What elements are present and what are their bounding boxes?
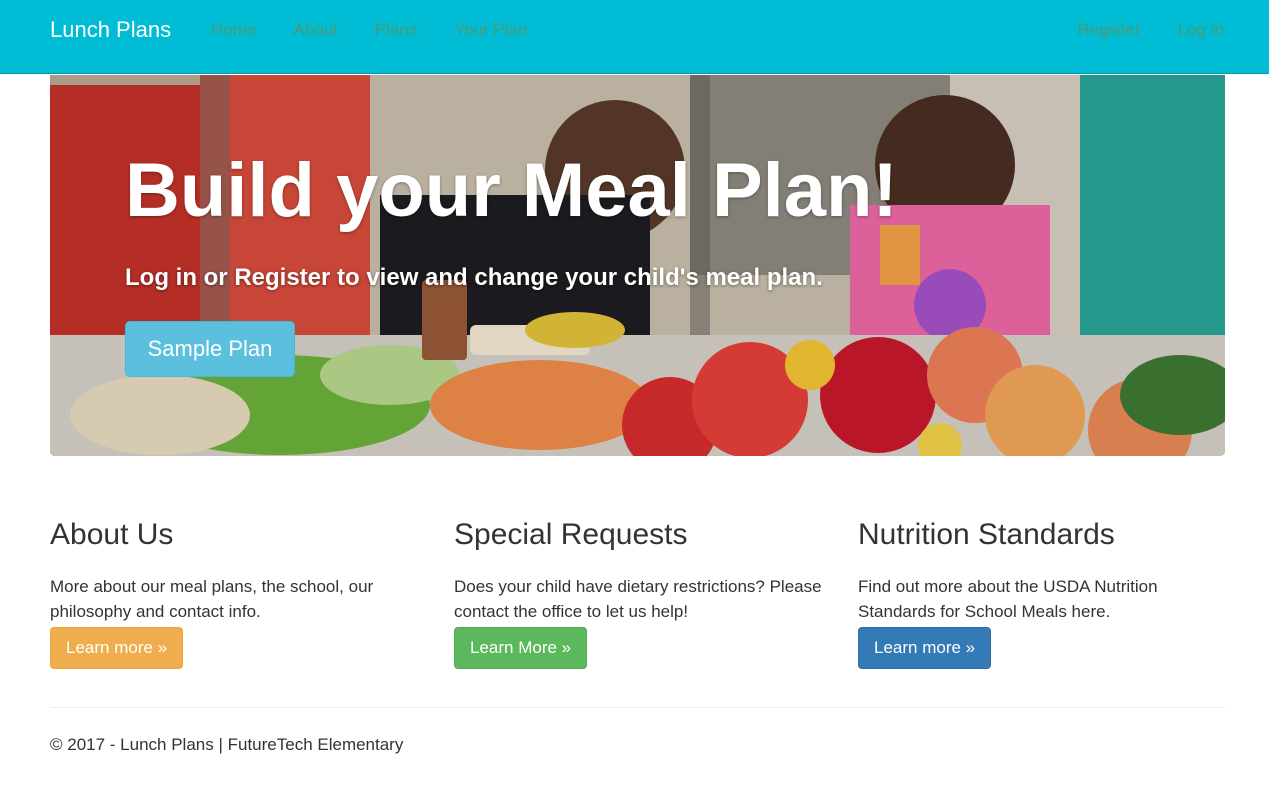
special-requests-text: Does your child have dietary restriction… [454, 577, 822, 621]
nav-right-menu: Register Log in [1040, 19, 1224, 41]
nav-left-menu: Home About Plans Your Plan [211, 19, 564, 41]
nav-item-about[interactable]: About [293, 19, 337, 41]
about-us-column: About Us More about our meal plans, the … [50, 516, 420, 669]
nav-item-plans[interactable]: Plans [375, 19, 418, 41]
special-requests-heading: Special Requests [454, 518, 688, 551]
nav-item-login[interactable]: Log in [1178, 19, 1224, 41]
hero-jumbotron: Build your Meal Plan! Log in or Register… [50, 75, 1225, 456]
nav-item-register[interactable]: Register [1077, 19, 1140, 41]
nav-item-home[interactable]: Home [211, 19, 256, 41]
nav-item-your-plan[interactable]: Your Plan [454, 19, 527, 41]
about-us-text: More about our meal plans, the school, o… [50, 577, 374, 621]
brand-link[interactable]: Lunch Plans [50, 16, 171, 44]
nutrition-standards-text: Find out more about the USDA Nutrition S… [858, 577, 1158, 621]
sample-plan-button[interactable]: Sample Plan [125, 321, 295, 377]
about-us-heading: About Us [50, 518, 174, 551]
hero-title: Build your Meal Plan! [125, 148, 898, 233]
top-navbar: Lunch Plans Home About Plans Your Plan R… [0, 0, 1269, 74]
special-requests-learn-more-button[interactable]: Learn More » [454, 627, 588, 669]
footer-text: © 2017 - Lunch Plans | FutureTech Elemen… [50, 735, 404, 754]
hero-subtitle: Log in or Register to view and change yo… [125, 264, 823, 291]
nutrition-standards-learn-more-button[interactable]: Learn more » [858, 627, 992, 669]
nutrition-standards-column: Nutrition Standards Find out more about … [858, 516, 1228, 669]
special-requests-column: Special Requests Does your child have di… [454, 516, 824, 669]
about-us-learn-more-button[interactable]: Learn more » [50, 627, 184, 669]
nutrition-standards-heading: Nutrition Standards [858, 518, 1115, 551]
footer-divider [50, 707, 1225, 708]
